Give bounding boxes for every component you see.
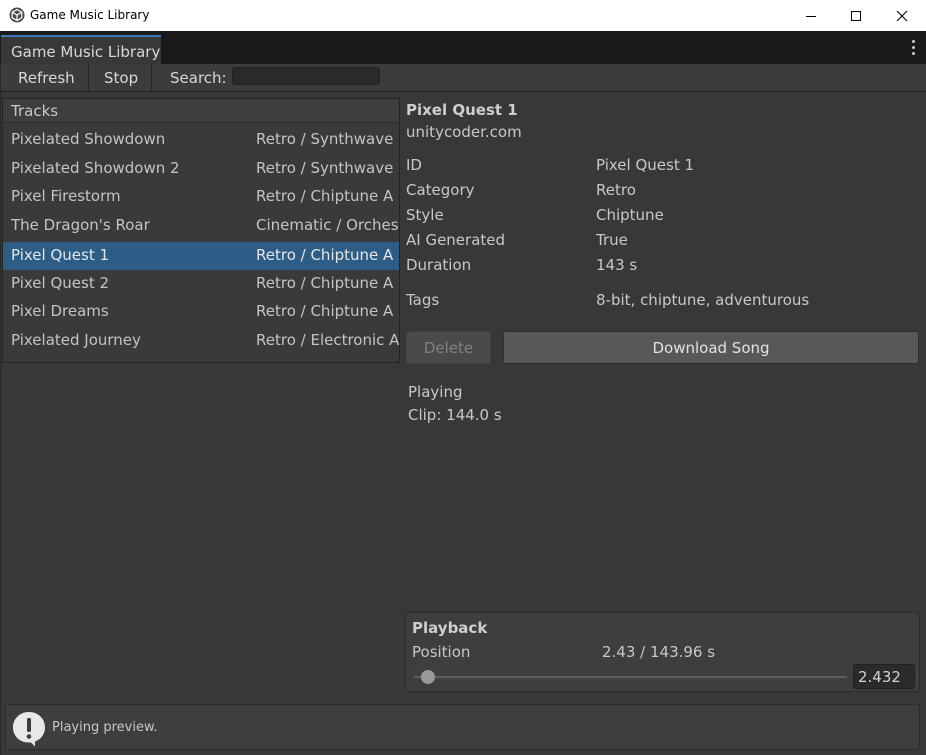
playing-status: Playing — [408, 383, 463, 401]
track-name: Pixel Quest 1 — [11, 246, 110, 264]
field-value-duration: 143 s — [596, 256, 638, 274]
field-label-id: ID — [406, 156, 422, 174]
tracks-header: Tracks — [3, 99, 399, 123]
window-edge — [0, 64, 1, 755]
status-bar: Playing preview. — [5, 704, 920, 750]
track-category: Retro / Chiptune A — [256, 187, 394, 205]
download-song-button[interactable]: Download Song — [503, 331, 919, 364]
track-category: Retro / Synthwave — [256, 130, 394, 148]
toolbar: Refresh Stop Search: — [0, 64, 926, 92]
field-label-style: Style — [406, 206, 444, 224]
tab-bar: Game Music Library — [0, 31, 926, 64]
search-label: Search: — [170, 69, 227, 87]
track-name: Pixel Quest 2 — [11, 274, 110, 292]
position-value-field[interactable]: 2.432 — [853, 664, 915, 689]
unity-logo-icon — [9, 7, 25, 23]
field-value-ai-generated: True — [596, 231, 628, 249]
track-category: Cinematic / Orches — [256, 216, 399, 234]
position-label: Position — [412, 643, 471, 661]
window-title: Game Music Library — [30, 8, 150, 22]
track-row[interactable]: Pixelated Showdown 2 Retro / Synthwave — [3, 155, 399, 183]
field-value-style: Chiptune — [596, 206, 664, 224]
minimize-icon[interactable] — [788, 0, 834, 31]
track-row[interactable]: Pixel Firestorm Retro / Chiptune A — [3, 183, 399, 211]
info-exclamation-icon — [13, 712, 45, 747]
track-name: Pixel Firestorm — [11, 187, 121, 205]
status-message: Playing preview. — [52, 720, 158, 735]
close-icon[interactable] — [879, 0, 925, 31]
track-row[interactable]: Pixel Quest 2 Retro / Chiptune A — [3, 270, 399, 298]
delete-button[interactable]: Delete — [406, 331, 491, 364]
slider-thumb[interactable] — [421, 670, 436, 684]
track-name: Pixel Dreams — [11, 302, 109, 320]
clip-length: Clip: 144.0 s — [408, 406, 502, 424]
track-name: Pixelated Showdown 2 — [11, 159, 180, 177]
track-row[interactable]: Pixel Dreams Retro / Chiptune A — [3, 298, 399, 326]
track-row[interactable]: The Dragon's Roar Cinematic / Orches — [3, 212, 399, 240]
track-name: The Dragon's Roar — [11, 216, 150, 234]
track-category: Retro / Chiptune A — [256, 274, 394, 292]
position-readout: 2.43 / 143.96 s — [602, 643, 716, 661]
playback-panel: Playback Position 2.43 / 143.96 s 2.432 — [405, 612, 920, 692]
track-name: Pixelated Showdown — [11, 130, 166, 148]
field-label-ai-generated: AI Generated — [406, 231, 506, 249]
tab-game-music-library[interactable]: Game Music Library — [1, 35, 161, 64]
search-input[interactable] — [232, 67, 380, 85]
toolbar-divider — [151, 64, 152, 91]
track-row[interactable]: Pixelated Journey Retro / Electronic A — [3, 327, 399, 355]
position-slider[interactable] — [414, 676, 847, 678]
field-value-category: Retro — [596, 181, 636, 199]
track-title: Pixel Quest 1 — [406, 101, 518, 119]
track-row[interactable]: Pixelated Showdown Retro / Synthwave — [3, 126, 399, 154]
track-row-selected[interactable]: Pixel Quest 1 Retro / Chiptune A — [3, 242, 399, 270]
refresh-button[interactable]: Refresh — [18, 64, 75, 91]
field-label-duration: Duration — [406, 256, 472, 274]
track-category: Retro / Synthwave — [256, 159, 394, 177]
more-options-icon[interactable] — [912, 40, 916, 58]
track-category: Retro / Electronic A — [256, 331, 399, 349]
toolbar-divider — [88, 64, 89, 91]
maximize-icon[interactable] — [833, 0, 879, 31]
tracks-list: Tracks Pixelated Showdown Retro / Synthw… — [2, 98, 400, 363]
playback-title: Playback — [412, 619, 488, 637]
window-titlebar: Game Music Library — [0, 0, 926, 31]
track-category: Retro / Chiptune A — [256, 246, 394, 264]
field-label-category: Category — [406, 181, 475, 199]
field-value-tags: 8-bit, chiptune, adventurous — [596, 291, 810, 309]
track-category: Retro / Chiptune A — [256, 302, 394, 320]
track-author: unitycoder.com — [406, 123, 522, 141]
track-name: Pixelated Journey — [11, 331, 141, 349]
field-value-id: Pixel Quest 1 — [596, 156, 695, 174]
stop-button[interactable]: Stop — [104, 64, 138, 91]
field-label-tags: Tags — [406, 291, 440, 309]
